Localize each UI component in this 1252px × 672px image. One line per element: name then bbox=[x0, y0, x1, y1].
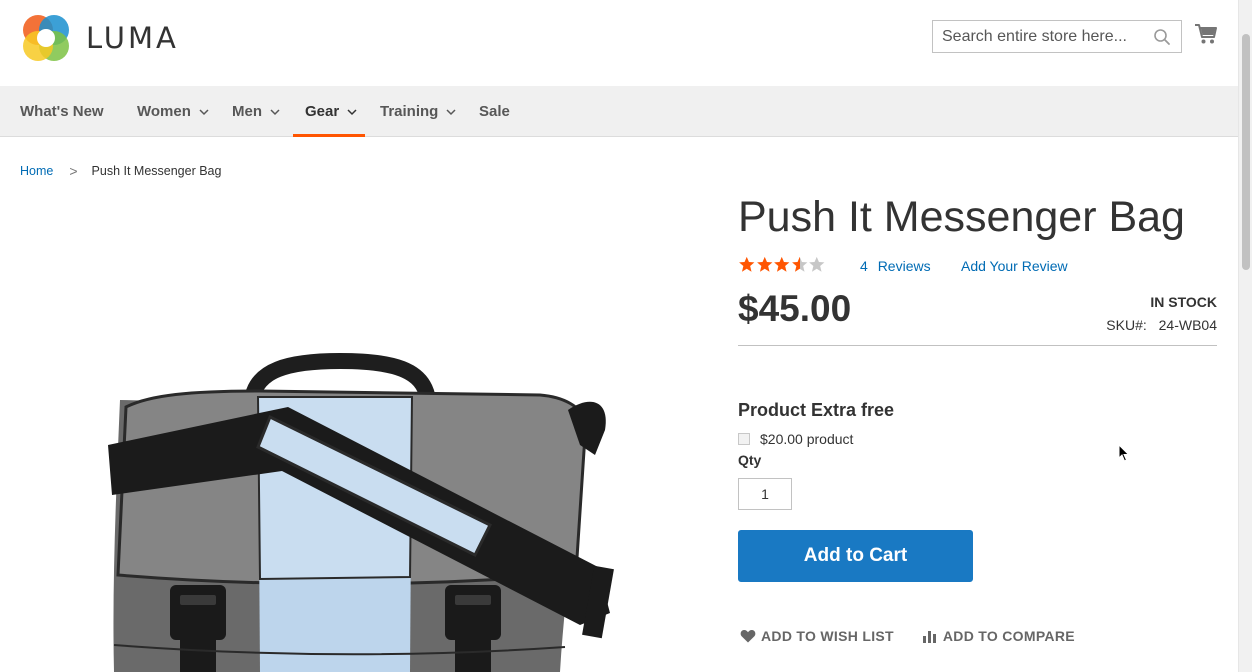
wishlist-label: ADD TO WISH LIST bbox=[761, 628, 894, 644]
nav-item-label: Women bbox=[137, 103, 191, 120]
search-icon[interactable] bbox=[1153, 28, 1171, 46]
bar-chart-icon bbox=[922, 631, 936, 643]
nav-item-label: Training bbox=[380, 103, 439, 120]
chevron-down-icon bbox=[446, 108, 456, 115]
search-box[interactable] bbox=[932, 20, 1182, 53]
extra-option-label: $20.00 product bbox=[760, 431, 854, 447]
qty-label: Qty bbox=[738, 452, 762, 468]
nav-item-men[interactable]: Men bbox=[232, 86, 280, 137]
nav-item-women[interactable]: Women bbox=[137, 86, 209, 137]
luma-logo-icon bbox=[23, 15, 69, 61]
nav-item-label: What's New bbox=[20, 103, 104, 120]
brand-name: LUMA bbox=[86, 21, 179, 55]
add-to-cart-button[interactable]: Add to Cart bbox=[738, 530, 973, 582]
nav-item-label: Gear bbox=[305, 103, 340, 120]
nav-item-gear[interactable]: Gear bbox=[292, 86, 366, 137]
breadcrumb-separator: > bbox=[69, 163, 78, 179]
header: LUMA bbox=[0, 0, 1238, 86]
page-scrollbar[interactable] bbox=[1238, 0, 1252, 672]
nav-item-label: Sale bbox=[479, 103, 510, 120]
reviews-label: Reviews bbox=[877, 258, 931, 274]
rating-stars bbox=[738, 256, 826, 273]
add-to-wishlist-link[interactable]: ADD TO WISH LIST bbox=[740, 628, 894, 644]
product-sku: SKU#: 24-WB04 bbox=[1106, 317, 1217, 333]
search-input[interactable] bbox=[942, 27, 1152, 46]
chevron-down-icon bbox=[199, 108, 209, 115]
product-price: $45.00 bbox=[738, 288, 852, 329]
star-icon bbox=[774, 256, 790, 272]
stock-status: IN STOCK bbox=[1150, 294, 1217, 310]
sku-label: SKU#: bbox=[1106, 317, 1147, 333]
add-to-compare-link[interactable]: ADD TO COMPARE bbox=[922, 628, 1075, 644]
star-icon bbox=[739, 256, 755, 272]
nav-item-training[interactable]: Training bbox=[380, 86, 456, 137]
nav-item-label: Men bbox=[232, 103, 262, 120]
add-review-link[interactable]: Add Your Review bbox=[961, 258, 1068, 274]
half-star-icon bbox=[791, 256, 807, 272]
extra-option[interactable]: $20.00 product bbox=[738, 431, 853, 447]
main-nav: What's New Women Men Gear Training Sale bbox=[0, 86, 1238, 137]
nav-item-whats-new[interactable]: What's New bbox=[20, 86, 104, 137]
nav-item-sale[interactable]: Sale bbox=[479, 86, 510, 137]
extra-option-checkbox[interactable] bbox=[738, 433, 750, 445]
divider bbox=[738, 345, 1217, 346]
scrollbar-thumb[interactable] bbox=[1242, 34, 1250, 270]
empty-star-icon bbox=[809, 256, 825, 272]
reviews-count: 4 bbox=[860, 258, 868, 274]
extra-option-title: Product Extra free bbox=[738, 400, 895, 420]
product-image bbox=[108, 352, 614, 672]
qty-input[interactable] bbox=[738, 478, 792, 510]
chevron-down-icon bbox=[270, 108, 280, 115]
star-icon bbox=[756, 256, 772, 272]
sku-value: 24-WB04 bbox=[1158, 317, 1217, 333]
cart-icon[interactable] bbox=[1194, 22, 1218, 46]
breadcrumb: Home > Push It Messenger Bag bbox=[20, 163, 221, 179]
product-image-gallery[interactable] bbox=[20, 195, 710, 672]
product-actions: ADD TO WISH LIST ADD TO COMPARE bbox=[740, 628, 1075, 644]
mouse-cursor-icon bbox=[1118, 444, 1130, 462]
logo[interactable]: LUMA bbox=[20, 12, 179, 64]
breadcrumb-current: Push It Messenger Bag bbox=[91, 164, 222, 178]
heart-icon bbox=[740, 629, 756, 643]
compare-label: ADD TO COMPARE bbox=[942, 628, 1075, 644]
breadcrumb-home-link[interactable]: Home bbox=[20, 164, 53, 178]
product-title: Push It Messenger Bag bbox=[738, 193, 1185, 241]
chevron-down-icon bbox=[347, 108, 357, 115]
reviews-link[interactable]: 4 Reviews bbox=[860, 258, 931, 274]
product-rating bbox=[738, 256, 826, 273]
